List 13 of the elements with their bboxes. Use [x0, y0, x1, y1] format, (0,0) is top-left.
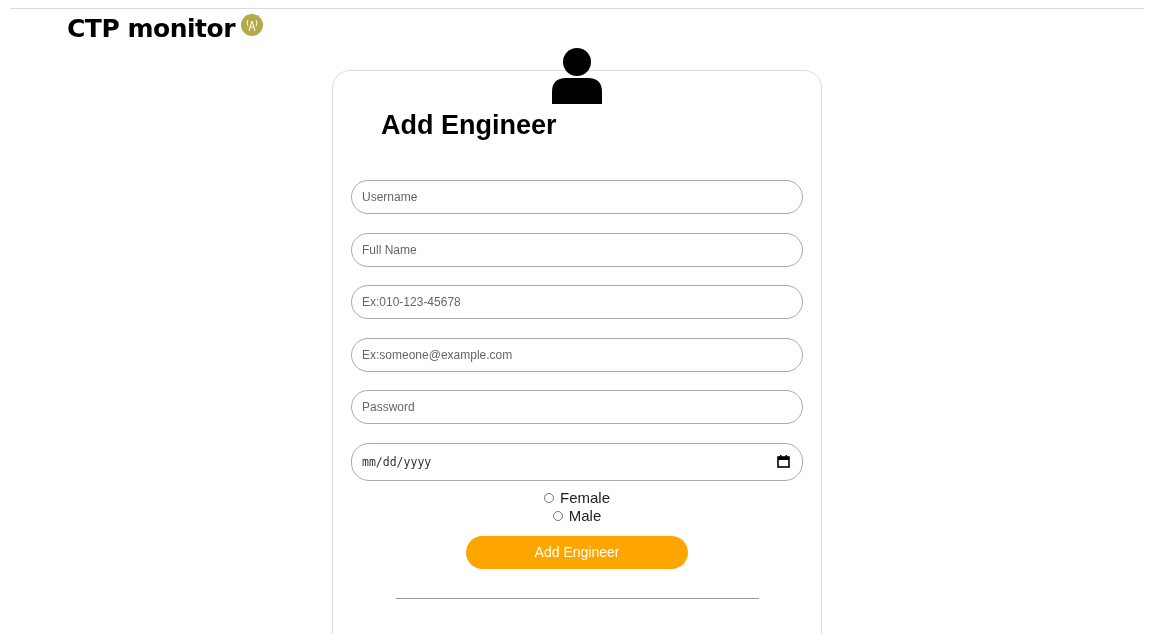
- date-field[interactable]: mm/dd/yyyy: [351, 442, 803, 481]
- input-field[interactable]: Ex:010-123-45678: [351, 285, 803, 319]
- calendar-icon: [777, 455, 790, 468]
- user-icon: [552, 48, 602, 104]
- input-field[interactable]: Password: [351, 390, 803, 424]
- input-field[interactable]: Username: [351, 180, 803, 214]
- site-title: CTP monitor: [67, 13, 235, 43]
- input-field[interactable]: Ex:someone@example.com: [351, 337, 803, 372]
- antenna-icon: [241, 14, 263, 36]
- radio-label: Male: [568, 506, 602, 525]
- input-field[interactable]: Full Name: [351, 232, 803, 267]
- form-title: Add Engineer: [381, 109, 558, 142]
- radio-label: Female: [560, 488, 610, 507]
